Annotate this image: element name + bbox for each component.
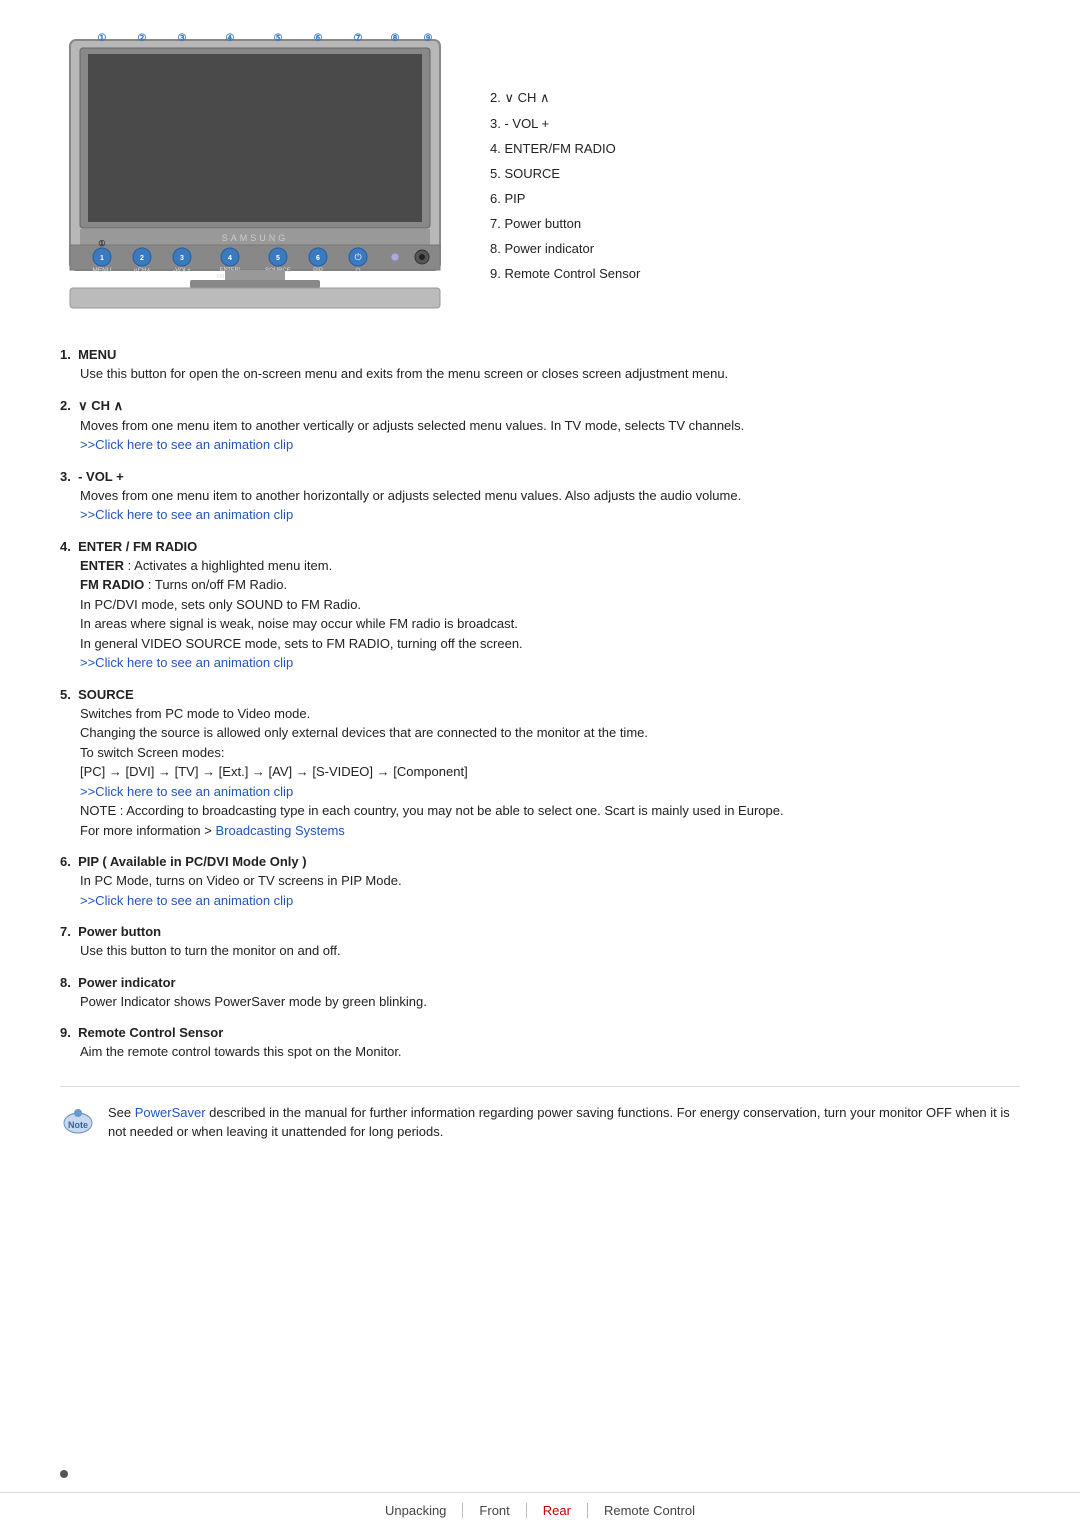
svg-text:PIP: PIP (313, 268, 323, 274)
item-2: 2. ∨ CH ∧ Moves from one menu item to an… (60, 398, 1020, 455)
item-3-title: 3. - VOL + (60, 469, 1020, 484)
item-8-body: Power Indicator shows PowerSaver mode by… (80, 992, 1020, 1012)
item-5-link[interactable]: >>Click here to see an animation clip (80, 784, 293, 799)
item-9-title: 9. Remote Control Sensor (60, 1025, 1020, 1040)
item-8: 8. Power indicator Power Indicator shows… (60, 975, 1020, 1012)
broadcasting-systems-link[interactable]: Broadcasting Systems (215, 823, 344, 838)
note-section: Note See PowerSaver described in the man… (60, 1086, 1020, 1142)
footer-remote-control[interactable]: Remote Control (587, 1503, 711, 1518)
item-7-title: 7. Power button (60, 924, 1020, 939)
label-item-3: 3. - VOL + (490, 116, 1020, 131)
svg-text:4: 4 (228, 255, 232, 262)
item-9-body: Aim the remote control towards this spot… (80, 1042, 1020, 1062)
label-item-4: 4. ENTER/FM RADIO (490, 141, 1020, 156)
item-4-title: 4. ENTER / FM RADIO (60, 539, 1020, 554)
item-6-title: 6. PIP ( Available in PC/DVI Mode Only ) (60, 854, 1020, 869)
svg-text:3: 3 (180, 255, 184, 262)
item-7-body: Use this button to turn the monitor on a… (80, 941, 1020, 961)
svg-text:MENU: MENU (92, 267, 111, 274)
item-5: 5. SOURCE Switches from PC mode to Video… (60, 687, 1020, 841)
footer-rear[interactable]: Rear (526, 1503, 587, 1518)
svg-text:∨CH∧: ∨CH∧ (133, 268, 150, 274)
label-item-9: 9. Remote Control Sensor (490, 266, 1020, 281)
label-item-7: 7. Power button (490, 216, 1020, 231)
svg-text:⏻: ⏻ (356, 267, 361, 274)
item-6-link[interactable]: >>Click here to see an animation clip (80, 893, 293, 908)
svg-text:④: ④ (226, 33, 235, 44)
top-section: SAMSUNG 1 ① MENU 2 ∨CH∧ 3 -VOL+ 4 ENTER/… (60, 30, 1020, 323)
footer-nav: Unpacking Front Rear Remote Control (0, 1492, 1080, 1528)
footer-front[interactable]: Front (462, 1503, 525, 1518)
note-text: See PowerSaver described in the manual f… (108, 1103, 1020, 1142)
label-item-8: 8. Power indicator (490, 241, 1020, 256)
item-1-title: 1. MENU (60, 347, 1020, 362)
svg-text:1: 1 (100, 255, 104, 262)
right-labels: 2. ∨ CH ∧ 3. - VOL + 4. ENTER/FM RADIO 5… (490, 30, 1020, 281)
svg-text:③: ③ (178, 33, 187, 44)
svg-text:②: ② (138, 33, 147, 44)
svg-text:⑦: ⑦ (354, 33, 363, 44)
content-area: 1. MENU Use this button for open the on-… (60, 347, 1020, 1062)
label-item-5: 5. SOURCE (490, 166, 1020, 181)
item-2-title: 2. ∨ CH ∧ (60, 398, 1020, 414)
item-4-body: ENTER : Activates a highlighted menu ite… (80, 556, 1020, 673)
svg-text:6: 6 (316, 255, 320, 262)
svg-text:⑥: ⑥ (314, 33, 323, 44)
svg-text:SAMSUNG: SAMSUNG (222, 233, 289, 243)
svg-text:⑤: ⑤ (274, 33, 283, 44)
item-1-body: Use this button for open the on-screen m… (80, 364, 1020, 384)
item-4-link[interactable]: >>Click here to see an animation clip (80, 655, 293, 670)
svg-text:5: 5 (276, 255, 280, 262)
footer-unpacking[interactable]: Unpacking (369, 1503, 462, 1518)
item-3-body: Moves from one menu item to another hori… (80, 486, 1020, 525)
note-icon: Note (60, 1103, 96, 1139)
svg-text:2: 2 (140, 255, 144, 262)
item-5-title: 5. SOURCE (60, 687, 1020, 702)
item-1: 1. MENU Use this button for open the on-… (60, 347, 1020, 384)
svg-text:⑧: ⑧ (391, 33, 400, 44)
item-6-body: In PC Mode, turns on Video or TV screens… (80, 871, 1020, 910)
powersaver-link[interactable]: PowerSaver (135, 1105, 206, 1120)
svg-text:Note: Note (68, 1120, 88, 1130)
bottom-dot (60, 1470, 68, 1478)
svg-text:①: ① (98, 33, 107, 44)
svg-text:⏻: ⏻ (354, 252, 361, 262)
item-9: 9. Remote Control Sensor Aim the remote … (60, 1025, 1020, 1062)
item-5-body: Switches from PC mode to Video mode. Cha… (80, 704, 1020, 841)
item-3-link[interactable]: >>Click here to see an animation clip (80, 507, 293, 522)
svg-text:⑨: ⑨ (424, 33, 433, 44)
svg-text:①: ① (98, 239, 105, 248)
label-item-6: 6. PIP (490, 191, 1020, 206)
item-4: 4. ENTER / FM RADIO ENTER : Activates a … (60, 539, 1020, 673)
item-3: 3. - VOL + Moves from one menu item to a… (60, 469, 1020, 525)
label-item-2: 2. ∨ CH ∧ (490, 90, 1020, 106)
item-2-body: Moves from one menu item to another vert… (80, 416, 1020, 455)
svg-text:-VOL+: -VOL+ (173, 268, 191, 274)
monitor-image: SAMSUNG 1 ① MENU 2 ∨CH∧ 3 -VOL+ 4 ENTER/… (60, 30, 450, 323)
item-7: 7. Power button Use this button to turn … (60, 924, 1020, 961)
item-8-title: 8. Power indicator (60, 975, 1020, 990)
item-2-link[interactable]: >>Click here to see an animation clip (80, 437, 293, 452)
item-6: 6. PIP ( Available in PC/DVI Mode Only )… (60, 854, 1020, 910)
